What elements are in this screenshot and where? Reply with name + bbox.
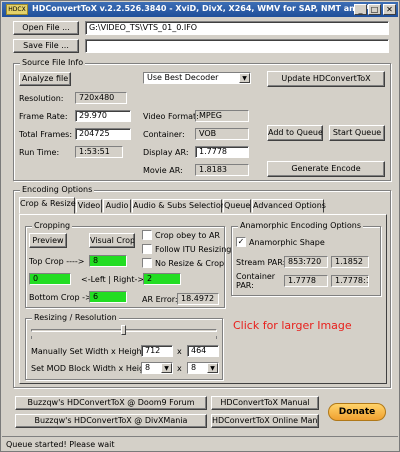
- container-par-value: 1.7778: [284, 275, 328, 287]
- decoder-value: Use Best Decoder: [147, 73, 219, 82]
- height-field[interactable]: 464: [187, 345, 219, 357]
- visual-crop-button[interactable]: Visual Crop: [89, 233, 135, 248]
- manual-size-label: Manually Set Width x Height:: [31, 347, 148, 356]
- width-field[interactable]: 712: [141, 345, 173, 357]
- click-for-larger-image-text: Click for larger Image: [233, 319, 352, 332]
- encoding-options-title: Encoding Options: [20, 185, 95, 194]
- stream-par-decimal: 1.1852: [331, 256, 369, 268]
- run-time-label: Run Time:: [19, 148, 60, 157]
- online-manual-button[interactable]: HDConvertToX Online Manual: [211, 414, 319, 428]
- manual-button[interactable]: HDConvertToX Manual: [211, 396, 319, 410]
- run-time-value: 1:53:51: [75, 146, 123, 158]
- tab-strip: Crop & Resize Video Audio Audio & Subs S…: [19, 197, 387, 215]
- left-crop-field[interactable]: 0: [29, 273, 71, 285]
- cropping-title: Cropping: [32, 221, 73, 230]
- decoder-select[interactable]: Use Best Decoder ▼: [143, 72, 251, 84]
- mod-height-select[interactable]: 8 ▼: [187, 362, 219, 374]
- resizing-title: Resizing / Resolution: [32, 313, 119, 322]
- anamorphic-shape-checkbox[interactable]: ✓: [236, 237, 246, 247]
- title-bar: HDCX HDConvertToX v.2.2.526.3840 - XviD,…: [2, 2, 398, 17]
- open-file-button[interactable]: Open File ...: [13, 21, 79, 35]
- window-title: HDConvertToX v.2.2.526.3840 - XviD, DivX…: [32, 4, 379, 13]
- video-format-label: Video Format:: [143, 112, 199, 121]
- source-file-info-title: Source File Info: [20, 58, 86, 67]
- save-file-path-field[interactable]: [85, 39, 389, 53]
- frame-rate-label: Frame Rate:: [19, 112, 68, 121]
- chevron-down-icon: ▼: [239, 73, 250, 83]
- crop-obey-ar-label: Crop obey to AR: [155, 231, 220, 240]
- right-crop-field[interactable]: 2: [143, 273, 181, 285]
- generate-encode-button[interactable]: Generate Encode: [267, 161, 385, 177]
- mod-width-select[interactable]: 8 ▼: [141, 362, 173, 374]
- status-bar: Queue started! Please wait: [2, 436, 398, 451]
- times-label-2: x: [177, 364, 182, 373]
- top-crop-label: Top Crop ---->: [29, 257, 85, 266]
- anamorphic-shape-label: Anamorphic Shape: [249, 238, 325, 247]
- maximize-button[interactable]: □: [368, 4, 381, 15]
- tab-audio-subs-selection[interactable]: Audio & Subs Selection: [132, 199, 226, 213]
- close-button[interactable]: ✕: [383, 4, 396, 15]
- minimize-button[interactable]: _: [354, 4, 367, 15]
- ar-error-label: AR Error:: [142, 295, 178, 304]
- resize-slider-thumb[interactable]: [121, 325, 126, 335]
- crop-obey-ar-checkbox[interactable]: [142, 230, 152, 240]
- ar-error-value: 18.4972: [177, 293, 219, 305]
- times-label: x: [177, 347, 182, 356]
- no-resize-crop-checkbox[interactable]: [142, 258, 152, 268]
- resolution-label: Resolution:: [19, 94, 64, 103]
- container-par-label: Container PAR:: [236, 272, 276, 290]
- anamorphic-title: Anamorphic Encoding Options: [238, 221, 364, 230]
- preview-button[interactable]: Preview: [29, 233, 67, 248]
- mod-width-value: 8: [145, 363, 151, 372]
- app-window: HDCX HDConvertToX v.2.2.526.3840 - XviD,…: [0, 0, 400, 452]
- chevron-down-icon: ▼: [161, 363, 172, 373]
- slider-ticks: [31, 336, 217, 339]
- movie-ar-label: Movie AR:: [143, 166, 183, 175]
- mod-height-value: 8: [191, 363, 197, 372]
- save-file-button[interactable]: Save File ...: [13, 39, 79, 53]
- container-par-value-2: 1.7778:1: [331, 275, 369, 287]
- open-file-path-field[interactable]: G:\VIDEO_TS\VTS_01_0.IFO: [85, 21, 389, 35]
- chevron-down-icon: ▼: [207, 363, 218, 373]
- start-queue-button[interactable]: Start Queue: [329, 125, 385, 141]
- divxmania-button[interactable]: Buzzqw's HDConvertToX @ DivXMania: [15, 414, 207, 428]
- app-icon: HDCX: [6, 4, 28, 15]
- no-resize-crop-label: No Resize & Crop: [155, 259, 225, 268]
- container-label: Container:: [143, 130, 185, 139]
- movie-ar-value: 1.8183: [195, 164, 249, 176]
- display-ar-field[interactable]: 1.7778: [195, 146, 249, 158]
- total-frames-field[interactable]: 204725: [75, 128, 131, 140]
- mod-block-label: Set MOD Block Width x Height:: [31, 364, 155, 373]
- bottom-crop-field[interactable]: 6: [89, 291, 127, 303]
- frame-rate-field[interactable]: 29.970: [75, 110, 131, 122]
- top-crop-field[interactable]: 8: [89, 255, 127, 267]
- doom9-forum-button[interactable]: Buzzqw's HDConvertToX @ Doom9 Forum: [15, 396, 207, 410]
- display-ar-label: Display AR:: [143, 148, 189, 157]
- container-value: VOB: [195, 128, 249, 140]
- update-button[interactable]: Update HDConvertToX: [267, 71, 385, 87]
- total-frames-label: Total Frames:: [19, 130, 73, 139]
- tab-advanced-options[interactable]: Advanced Options: [252, 199, 326, 213]
- stream-par-label: Stream PAR:: [236, 258, 286, 267]
- left-right-label: <-Left | Right->: [81, 275, 145, 284]
- tab-queue[interactable]: Queue: [223, 199, 251, 213]
- follow-itu-checkbox[interactable]: [142, 244, 152, 254]
- stream-par-value: 853:720: [284, 256, 328, 268]
- bottom-crop-label: Bottom Crop ->: [29, 293, 92, 302]
- analyze-file-button[interactable]: Analyze file: [19, 72, 71, 86]
- donate-button[interactable]: Donate: [328, 403, 386, 421]
- follow-itu-label: Follow ITU Resizing: [155, 245, 232, 254]
- tab-video[interactable]: Video: [76, 199, 102, 213]
- tab-audio[interactable]: Audio: [103, 199, 131, 213]
- tab-crop-resize[interactable]: Crop & Resize: [19, 197, 76, 214]
- video-format-value: MPEG: [195, 110, 249, 122]
- resolution-value: 720x480: [75, 92, 127, 104]
- add-to-queue-button[interactable]: Add to Queue: [267, 125, 323, 141]
